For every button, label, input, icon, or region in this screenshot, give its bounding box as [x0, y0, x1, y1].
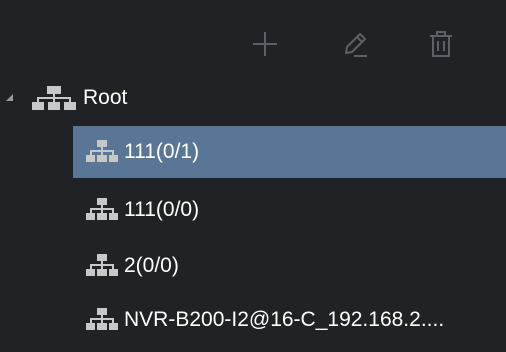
edit-button[interactable]: [333, 22, 377, 66]
tree-node-2-0-0[interactable]: 2(0/0): [0, 240, 506, 292]
tree-node-label: 2(0/0): [124, 254, 179, 277]
pencil-icon: [345, 33, 367, 57]
network-group-icon: [86, 198, 118, 220]
network-group-icon: [32, 86, 76, 110]
network-group-icon: [86, 254, 118, 276]
tree-node-label: NVR-B200-I2@16-C_192.168.2....: [124, 308, 445, 331]
tree-node-label: 111(0/1): [124, 140, 200, 163]
plus-icon: [253, 32, 277, 56]
network-group-icon: [86, 308, 118, 330]
toolbar: [0, 0, 506, 72]
tree-node-111-0-1[interactable]: 111(0/1): [0, 126, 506, 178]
tree-node-nvr-device[interactable]: NVR-B200-I2@16-C_192.168.2....: [0, 294, 506, 346]
delete-button[interactable]: [419, 22, 463, 66]
tree-node-label: Root: [83, 86, 128, 109]
expand-triangle-icon[interactable]: [4, 91, 16, 103]
network-group-icon: [86, 140, 118, 162]
tree-node-111-0-0[interactable]: 111(0/0): [0, 184, 506, 236]
tree-node-label: 111(0/0): [124, 198, 200, 221]
add-button[interactable]: [243, 22, 287, 66]
tree-node-root[interactable]: Root: [0, 72, 506, 124]
device-group-panel: Root 111(0/1) 111(0/0) 2(0/0) NVR-B200-I…: [0, 0, 506, 352]
trash-icon: [430, 31, 452, 57]
